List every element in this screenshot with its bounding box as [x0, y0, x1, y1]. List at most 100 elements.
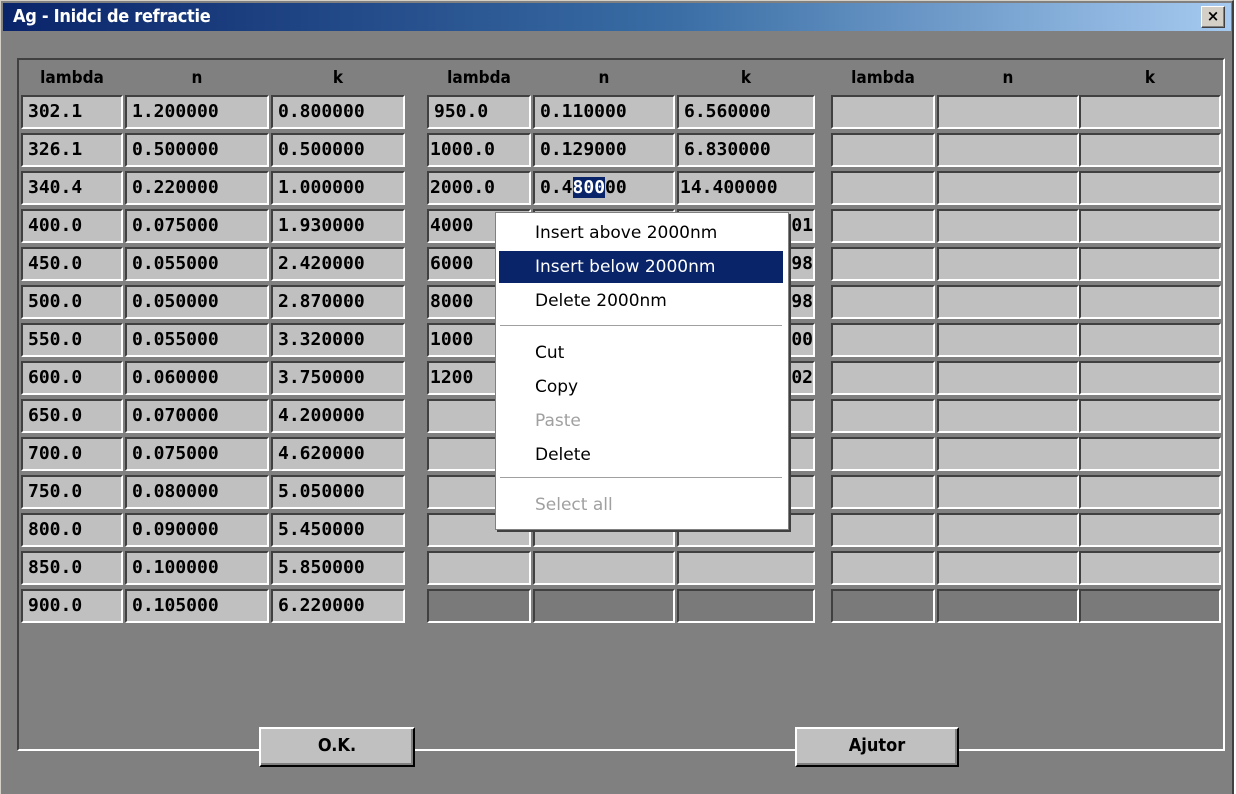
cell-k-3[interactable] — [1079, 323, 1221, 357]
menu-item-insert-above-2000nm[interactable]: Insert above 2000nm — [499, 217, 783, 249]
menu-item-cut[interactable]: Cut — [499, 337, 783, 369]
cell-n-3[interactable] — [937, 399, 1079, 433]
cell-k-1[interactable]: 1.930000 — [271, 209, 405, 243]
cell-lambda-2[interactable] — [427, 589, 531, 623]
cell-n-1[interactable]: 0.075000 — [125, 437, 269, 471]
cell-n-3[interactable] — [937, 589, 1079, 623]
cell-lambda-2[interactable]: 950.0 — [427, 95, 531, 129]
cell-lambda-3[interactable] — [831, 209, 935, 243]
cell-lambda-3[interactable] — [831, 551, 935, 585]
cell-k-3[interactable] — [1079, 133, 1221, 167]
close-button[interactable]: × — [1201, 6, 1225, 28]
cell-n-3[interactable] — [937, 513, 1079, 547]
menu-item-insert-below-2000nm[interactable]: Insert below 2000nm — [499, 251, 783, 283]
cell-n-3[interactable] — [937, 323, 1079, 357]
cell-k-3[interactable] — [1079, 95, 1221, 129]
cell-k-3[interactable] — [1079, 361, 1221, 395]
ok-button[interactable]: O.K. — [259, 727, 415, 767]
cell-n-2-editing[interactable]: 0.480000 — [533, 171, 675, 205]
cell-k-2[interactable]: 6.830000 — [677, 133, 815, 167]
cell-lambda-1[interactable]: 400.0 — [21, 209, 123, 243]
cell-lambda-1[interactable]: 340.4 — [21, 171, 123, 205]
cell-lambda-1[interactable]: 900.0 — [21, 589, 123, 623]
menu-item-delete-2000nm[interactable]: Delete 2000nm — [499, 285, 783, 317]
help-button[interactable]: Ajutor — [795, 727, 959, 767]
cell-n-1[interactable]: 0.500000 — [125, 133, 269, 167]
cell-n-1[interactable]: 0.105000 — [125, 589, 269, 623]
cell-k-3[interactable] — [1079, 513, 1221, 547]
cell-k-2[interactable] — [677, 551, 815, 585]
cell-n-1[interactable]: 0.060000 — [125, 361, 269, 395]
cell-n-1[interactable]: 1.200000 — [125, 95, 269, 129]
cell-n-3[interactable] — [937, 285, 1079, 319]
cell-n-2[interactable] — [533, 589, 675, 623]
cell-k-2[interactable] — [677, 589, 815, 623]
cell-lambda-3[interactable] — [831, 323, 935, 357]
cell-lambda-1[interactable]: 326.1 — [21, 133, 123, 167]
cell-k-2[interactable]: 14.400000 — [677, 171, 815, 205]
menu-item-copy[interactable]: Copy — [499, 371, 783, 403]
cell-k-3[interactable] — [1079, 399, 1221, 433]
cell-k-1[interactable]: 3.320000 — [271, 323, 405, 357]
cell-k-3[interactable] — [1079, 551, 1221, 585]
cell-lambda-1[interactable]: 700.0 — [21, 437, 123, 471]
cell-k-1[interactable]: 0.500000 — [271, 133, 405, 167]
cell-lambda-1[interactable]: 450.0 — [21, 247, 123, 281]
cell-lambda-1[interactable]: 650.0 — [21, 399, 123, 433]
cell-k-3[interactable] — [1079, 589, 1221, 623]
title-bar[interactable]: Ag - Inidci de refractie × — [3, 3, 1231, 31]
cell-n-1[interactable]: 0.055000 — [125, 323, 269, 357]
cell-n-3[interactable] — [937, 209, 1079, 243]
cell-k-1[interactable]: 4.200000 — [271, 399, 405, 433]
cell-lambda-3[interactable] — [831, 133, 935, 167]
cell-k-3[interactable] — [1079, 437, 1221, 471]
cell-lambda-1[interactable]: 302.1 — [21, 95, 123, 129]
cell-k-3[interactable] — [1079, 285, 1221, 319]
cell-n-2[interactable] — [533, 551, 675, 585]
cell-k-1[interactable]: 0.800000 — [271, 95, 405, 129]
cell-lambda-2[interactable]: 1000.0 — [427, 133, 531, 167]
cell-lambda-3[interactable] — [831, 437, 935, 471]
cell-lambda-1[interactable]: 750.0 — [21, 475, 123, 509]
cell-k-1[interactable]: 2.870000 — [271, 285, 405, 319]
cell-lambda-3[interactable] — [831, 513, 935, 547]
cell-k-3[interactable] — [1079, 171, 1221, 205]
cell-n-1[interactable]: 0.080000 — [125, 475, 269, 509]
cell-n-3[interactable] — [937, 361, 1079, 395]
cell-lambda-3[interactable] — [831, 171, 935, 205]
cell-lambda-1[interactable]: 550.0 — [21, 323, 123, 357]
cell-k-1[interactable]: 3.750000 — [271, 361, 405, 395]
cell-lambda-2[interactable]: 2000.0 — [427, 171, 531, 205]
cell-k-3[interactable] — [1079, 209, 1221, 243]
cell-n-3[interactable] — [937, 551, 1079, 585]
cell-n-1[interactable]: 0.050000 — [125, 285, 269, 319]
cell-n-1[interactable]: 0.070000 — [125, 399, 269, 433]
cell-n-1[interactable]: 0.075000 — [125, 209, 269, 243]
cell-k-1[interactable]: 5.850000 — [271, 551, 405, 585]
cell-n-2[interactable]: 0.110000 — [533, 95, 675, 129]
cell-lambda-1[interactable]: 800.0 — [21, 513, 123, 547]
cell-lambda-2[interactable] — [427, 551, 531, 585]
cell-lambda-1[interactable]: 850.0 — [21, 551, 123, 585]
cell-k-2[interactable]: 6.560000 — [677, 95, 815, 129]
cell-lambda-3[interactable] — [831, 247, 935, 281]
cell-lambda-3[interactable] — [831, 589, 935, 623]
cell-k-1[interactable]: 1.000000 — [271, 171, 405, 205]
cell-lambda-3[interactable] — [831, 399, 935, 433]
cell-lambda-3[interactable] — [831, 475, 935, 509]
cell-k-3[interactable] — [1079, 247, 1221, 281]
cell-lambda-3[interactable] — [831, 95, 935, 129]
cell-n-3[interactable] — [937, 95, 1079, 129]
cell-k-1[interactable]: 4.620000 — [271, 437, 405, 471]
cell-n-3[interactable] — [937, 437, 1079, 471]
cell-n-3[interactable] — [937, 247, 1079, 281]
cell-lambda-3[interactable] — [831, 361, 935, 395]
cell-k-1[interactable]: 2.420000 — [271, 247, 405, 281]
cell-n-3[interactable] — [937, 171, 1079, 205]
cell-lambda-1[interactable]: 500.0 — [21, 285, 123, 319]
cell-lambda-1[interactable]: 600.0 — [21, 361, 123, 395]
cell-n-1[interactable]: 0.055000 — [125, 247, 269, 281]
cell-k-1[interactable]: 6.220000 — [271, 589, 405, 623]
cell-k-3[interactable] — [1079, 475, 1221, 509]
cell-n-1[interactable]: 0.090000 — [125, 513, 269, 547]
